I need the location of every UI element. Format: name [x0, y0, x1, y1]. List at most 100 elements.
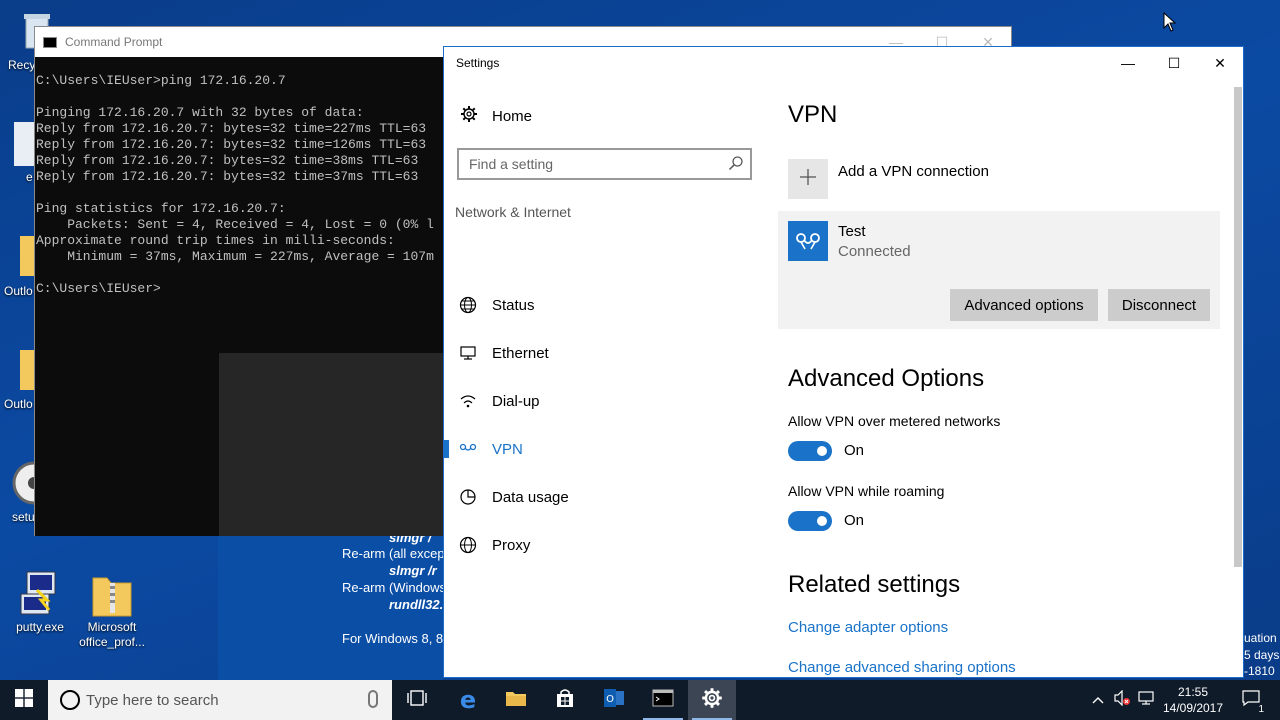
metered-state: On	[844, 442, 865, 459]
edge-browser-icon: e	[459, 686, 477, 714]
tray-network-button[interactable]	[1136, 680, 1158, 720]
ghost-browser-window	[219, 353, 445, 536]
action-center-button[interactable]: 1	[1236, 680, 1266, 720]
taskbar-clock[interactable]: 21:55 14/09/2017	[1158, 684, 1228, 716]
desktop-label-outlook-1: Outlo	[4, 284, 33, 298]
start-button[interactable]	[0, 680, 48, 720]
metered-label: Allow VPN over metered networks	[788, 413, 1001, 429]
store-bag-icon	[555, 688, 575, 713]
nav-home-label: Home	[492, 107, 533, 125]
search-placeholder: Find a setting	[469, 156, 554, 172]
page-title: VPN	[788, 101, 838, 128]
data-usage-icon	[444, 488, 492, 506]
cmd-console[interactable]: C:\Users\IEUser>ping 172.16.20.7 Pinging…	[35, 57, 445, 536]
nav-item-ethernet[interactable]: Ethernet	[444, 335, 774, 371]
taskbar-outlook[interactable]: O	[590, 680, 638, 720]
desktop-icon-putty[interactable]: putty.exe	[0, 570, 80, 635]
settings-content: VPN Add a VPN connection Test Connected …	[778, 79, 1238, 677]
bg-text-line: rundll32.	[389, 597, 444, 612]
microphone-icon[interactable]	[368, 690, 378, 708]
nav-home[interactable]: Home	[460, 105, 532, 127]
cmd-output: C:\Users\IEUser>ping 172.16.20.7 Pinging…	[36, 73, 434, 296]
maximize-icon[interactable]: ☐	[1151, 47, 1197, 79]
volume-muted-icon	[1113, 689, 1131, 711]
nav-item-status[interactable]: Status	[444, 287, 774, 323]
taskbar-edge[interactable]: e	[444, 680, 492, 720]
minimize-icon[interactable]: —	[1105, 47, 1151, 79]
cmd-title: Command Prompt	[65, 35, 163, 49]
vpn-connection-status: Connected	[838, 243, 911, 260]
nav-item-vpn[interactable]: VPN	[444, 431, 774, 467]
folder-icon[interactable]	[20, 350, 34, 390]
tray-overflow-button[interactable]	[1088, 680, 1108, 720]
folder-icon	[505, 689, 527, 712]
cmd-icon	[43, 36, 57, 48]
search-icon	[728, 155, 744, 171]
settings-title: Settings	[456, 56, 500, 70]
vpn-connection-card[interactable]: Test Connected Advanced options Disconne…	[778, 211, 1220, 329]
nav-item-label: Ethernet	[492, 344, 549, 362]
desktop-label-setup: setu	[12, 510, 35, 524]
vpn-icon	[444, 440, 492, 458]
globe-icon	[444, 296, 492, 314]
vpn-connection-name: Test	[838, 223, 866, 240]
cmd-icon	[652, 689, 674, 712]
gear-icon	[701, 687, 723, 714]
nav-item-dialup[interactable]: Dial-up	[444, 383, 774, 419]
close-icon[interactable]: ✕	[1197, 47, 1243, 79]
activation-text: uation	[1244, 631, 1277, 645]
roaming-label: Allow VPN while roaming	[788, 483, 945, 499]
task-view-icon	[407, 689, 427, 711]
add-vpn-label[interactable]: Add a VPN connection	[838, 163, 989, 180]
taskbar-search-placeholder: Type here to search	[86, 691, 219, 709]
clock-date: 14/09/2017	[1162, 701, 1224, 715]
shortcut-icon[interactable]	[14, 122, 36, 166]
taskbar-command-prompt[interactable]	[639, 680, 687, 720]
mouse-cursor	[1163, 11, 1177, 37]
outlook-icon: O	[603, 688, 625, 713]
bg-text-line: Re-arm (Windows	[342, 580, 447, 595]
zip-folder-icon	[89, 570, 135, 617]
sharing-options-link[interactable]: Change advanced sharing options	[788, 659, 1016, 676]
taskbar-search-box[interactable]: Type here to search	[48, 680, 392, 720]
taskbar-file-explorer[interactable]	[492, 680, 540, 720]
adapter-options-link[interactable]: Change adapter options	[788, 619, 948, 636]
desktop-icon-office-zip[interactable]: Microsoft office_prof...	[72, 570, 152, 650]
nav-item-label: Proxy	[492, 536, 531, 554]
nav-item-data-usage[interactable]: Data usage	[444, 479, 774, 515]
nav-item-proxy[interactable]: Proxy	[444, 527, 774, 563]
desktop-icon-label: Microsoft office_prof...	[79, 620, 145, 649]
bg-text-line: slmgr /r	[389, 563, 437, 578]
folder-icon[interactable]	[20, 236, 34, 276]
settings-search-input[interactable]: Find a setting	[457, 148, 752, 180]
add-vpn-button[interactable]	[788, 159, 828, 199]
gear-icon	[460, 105, 478, 127]
settings-window[interactable]: Settings — ☐ ✕ Home Find a setting Netwo…	[443, 46, 1244, 678]
related-settings-heading: Related settings	[788, 571, 961, 598]
windows-logo-icon	[15, 688, 33, 712]
nav-item-label: Status	[492, 296, 535, 314]
proxy-globe-icon	[444, 536, 492, 554]
advanced-options-heading: Advanced Options	[788, 365, 985, 392]
metered-toggle[interactable]	[788, 441, 832, 461]
dialup-icon	[444, 392, 492, 410]
activation-text: -1810	[1244, 664, 1275, 678]
advanced-options-button[interactable]: Advanced options	[950, 289, 1098, 321]
notification-count: 1	[1258, 703, 1264, 715]
tray-volume-button[interactable]	[1110, 680, 1134, 720]
taskbar-store[interactable]	[541, 680, 589, 720]
putty-icon	[17, 570, 63, 616]
taskbar-settings[interactable]	[688, 680, 736, 720]
clock-time: 21:55	[1177, 685, 1209, 699]
activation-text: 5 days	[1244, 648, 1280, 662]
nav-section-title: Network & Internet	[455, 204, 571, 220]
nav-item-label: Dial-up	[492, 392, 540, 410]
desktop-icon-label: putty.exe	[16, 620, 64, 634]
bg-text-line: Re-arm (all excep	[342, 546, 445, 561]
task-view-button[interactable]	[393, 680, 441, 720]
roaming-toggle[interactable]	[788, 511, 832, 531]
roaming-state: On	[844, 512, 865, 529]
bg-text-line: For Windows 8, 8	[342, 631, 444, 646]
ethernet-icon	[444, 344, 492, 362]
disconnect-button[interactable]: Disconnect	[1108, 289, 1210, 321]
